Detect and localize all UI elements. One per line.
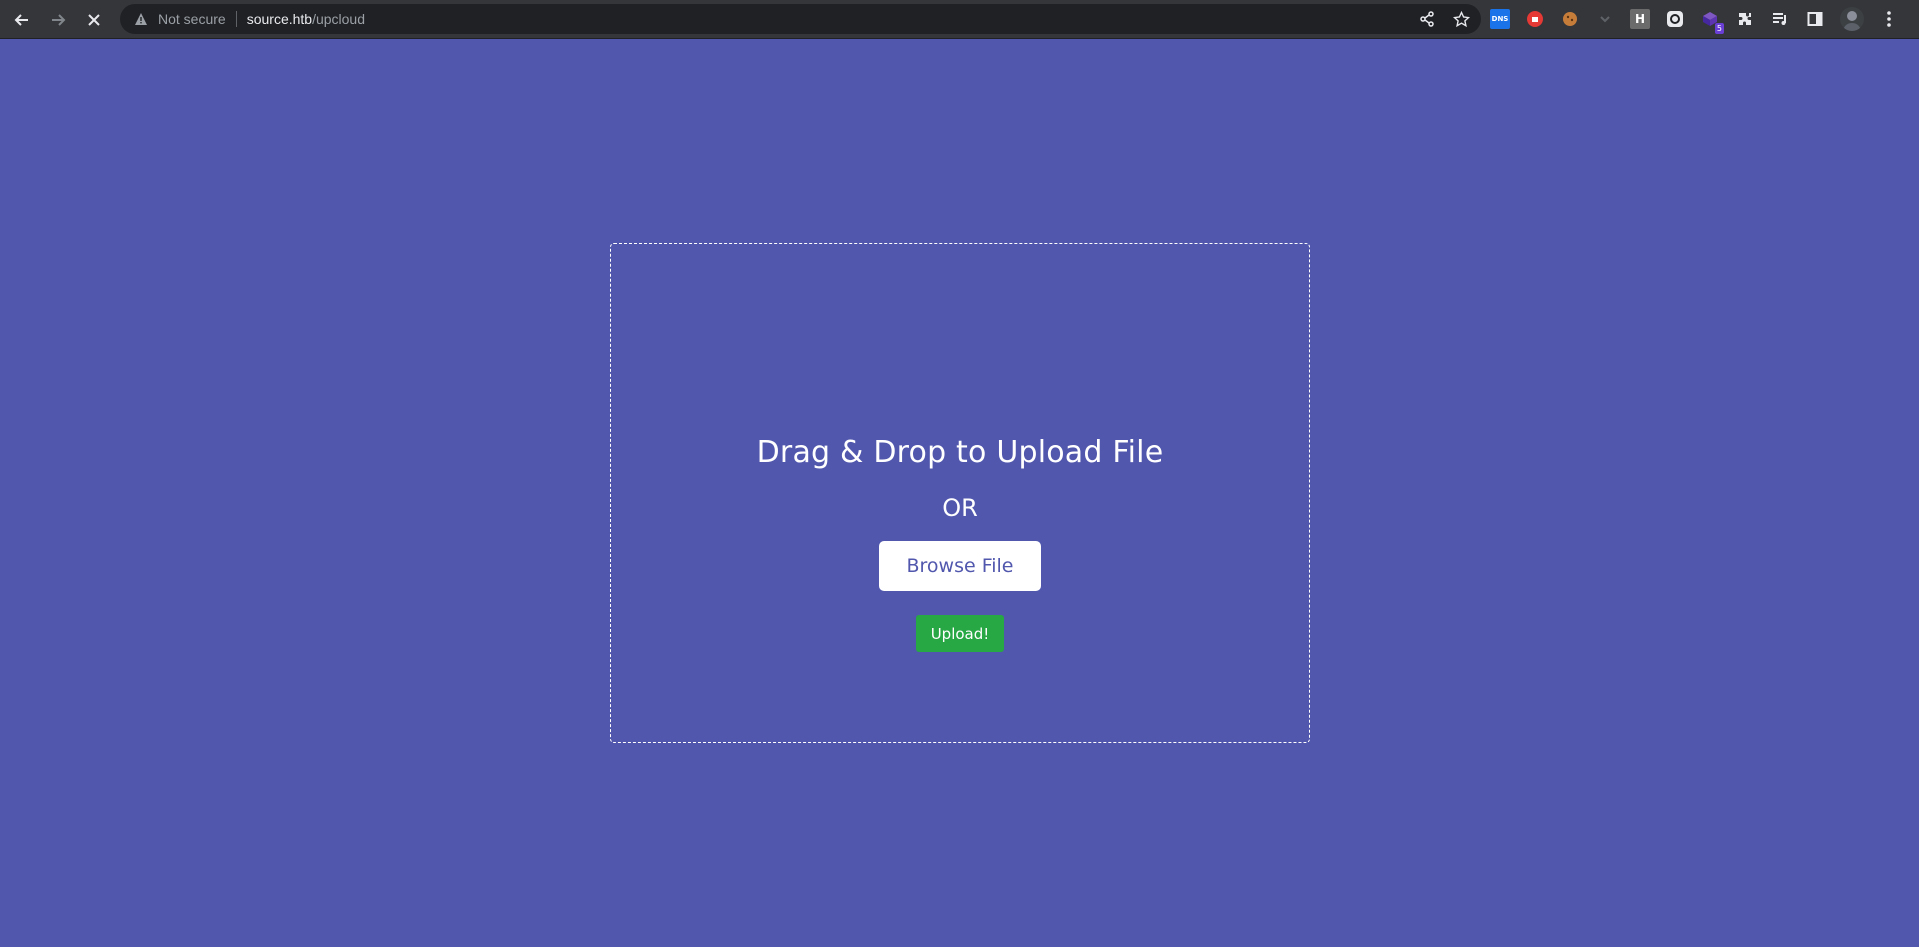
dns-extension-icon[interactable]: DNS: [1490, 9, 1510, 29]
url-text[interactable]: source.htb/upcloud: [247, 11, 365, 27]
address-bar[interactable]: Not secure source.htb/upcloud: [120, 4, 1481, 34]
h-extension-label: H: [1634, 12, 1646, 26]
drop-heading: Drag & Drop to Upload File: [756, 435, 1164, 470]
close-icon: [88, 14, 100, 26]
adblock-extension-icon[interactable]: [1525, 9, 1545, 29]
dns-extension-label: DNS: [1491, 15, 1509, 23]
bookmark-star-icon[interactable]: [1451, 9, 1471, 29]
warning-icon: [134, 11, 150, 27]
purple-extension-icon[interactable]: 5: [1700, 9, 1724, 34]
arrow-left-icon: [14, 14, 28, 26]
extensions-bar: DNS H 5: [1490, 6, 1899, 34]
page-content: Drag & Drop to Upload File OR Browse Fil…: [0, 40, 1919, 947]
media-controls-icon[interactable]: [1770, 9, 1790, 29]
forward-button[interactable]: [44, 6, 72, 34]
file-drop-zone[interactable]: Drag & Drop to Upload File OR Browse Fil…: [610, 243, 1310, 743]
arrow-right-icon: [52, 14, 66, 26]
link-extension-icon[interactable]: [1665, 9, 1685, 29]
address-divider: [235, 11, 237, 27]
security-status[interactable]: Not secure: [158, 11, 226, 27]
browser-toolbar: Not secure source.htb/upcloud DNS H 5: [0, 0, 1919, 39]
cookie-extension-icon[interactable]: [1560, 9, 1580, 29]
stop-loading-button[interactable]: [80, 6, 108, 34]
arrow-extension-icon[interactable]: [1595, 9, 1615, 29]
back-button[interactable]: [8, 6, 36, 34]
url-path: /upcloud: [312, 11, 366, 27]
h-extension-icon[interactable]: H: [1630, 9, 1650, 29]
profile-avatar-icon[interactable]: [1840, 7, 1864, 31]
share-icon[interactable]: [1417, 9, 1437, 29]
menu-kebab-icon[interactable]: [1879, 9, 1899, 29]
upload-button[interactable]: Upload!: [916, 615, 1004, 652]
side-panel-icon[interactable]: [1805, 9, 1825, 29]
or-separator: OR: [942, 494, 978, 522]
browse-file-button[interactable]: Browse File: [879, 541, 1041, 591]
puzzle-extensions-icon[interactable]: [1735, 9, 1755, 29]
url-host: source.htb: [246, 11, 313, 27]
extension-badge: 5: [1714, 23, 1724, 34]
